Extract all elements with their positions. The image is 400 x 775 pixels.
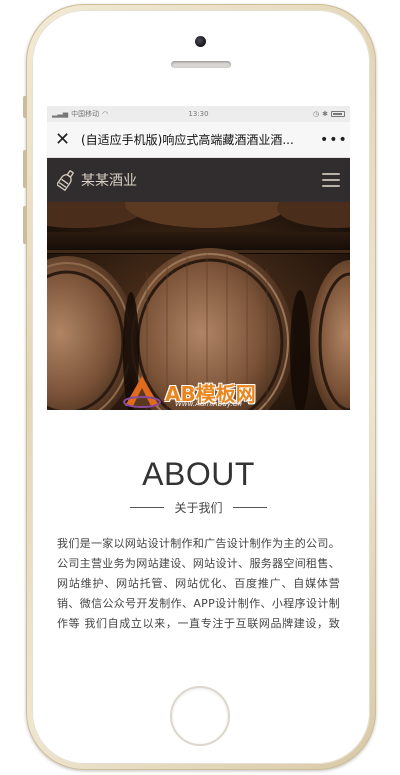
logo-name: 某某酒业 (81, 173, 137, 189)
watermark-url: Www.AdminBuy.Cn (175, 400, 242, 408)
about-body: 我们是一家以网站设计制作和广告设计制作为主的公司。公司主营业务为网站建设、网站设… (57, 537, 340, 630)
earpiece-speaker (171, 61, 231, 68)
status-left: ▂▃▅ 中国移动 ◠ (52, 109, 150, 119)
about-subtitle-row: 关于我们 (57, 499, 340, 516)
status-bar: ▂▃▅ 中国移动 ◠ 13:30 ◷ ✱ (47, 106, 350, 122)
volume-down-button (23, 206, 27, 244)
mute-switch (23, 96, 27, 118)
volume-up-button (23, 150, 27, 188)
phone-screen: ▂▃▅ 中国移动 ◠ 13:30 ◷ ✱ ✕ (自适应手机版)响应式高端藏酒酒业… (47, 106, 350, 637)
hero-banner: AB模板网 Www.AdminBuy.Cn (47, 202, 350, 410)
signal-icon: ▂▃▅ (52, 110, 69, 118)
about-title: ABOUT (142, 456, 255, 492)
more-options-icon[interactable]: ••• (320, 132, 347, 148)
divider-right (232, 507, 267, 508)
browser-toolbar: ✕ (自适应手机版)响应式高端藏酒酒业酒... ••• (47, 122, 350, 158)
alarm-icon: ◷ (313, 110, 320, 118)
wine-bottle-icon (57, 170, 74, 191)
about-section: ABOUT 关于我们 我们是一家以网站设计制作和广告设计制作为主的公司。公司主营… (47, 456, 350, 637)
menu-icon[interactable] (322, 173, 340, 187)
battery-icon (331, 111, 346, 117)
page-title: (自适应手机版)响应式高端藏酒酒业酒... (81, 133, 294, 147)
wifi-icon: ◠ (102, 110, 109, 118)
bluetooth-icon: ✱ (322, 110, 329, 118)
status-time: 13:30 (188, 110, 209, 118)
site-header: 某某酒业 (47, 158, 350, 202)
about-subtitle: 关于我们 (174, 501, 223, 515)
carrier-label: 中国移动 (71, 110, 100, 118)
site-logo[interactable]: 某某酒业 (57, 169, 322, 191)
status-right: ◷ ✱ (247, 110, 346, 118)
divider-left (130, 507, 165, 508)
close-icon[interactable]: ✕ (55, 130, 77, 149)
front-camera (195, 36, 206, 47)
home-button[interactable] (170, 686, 230, 746)
